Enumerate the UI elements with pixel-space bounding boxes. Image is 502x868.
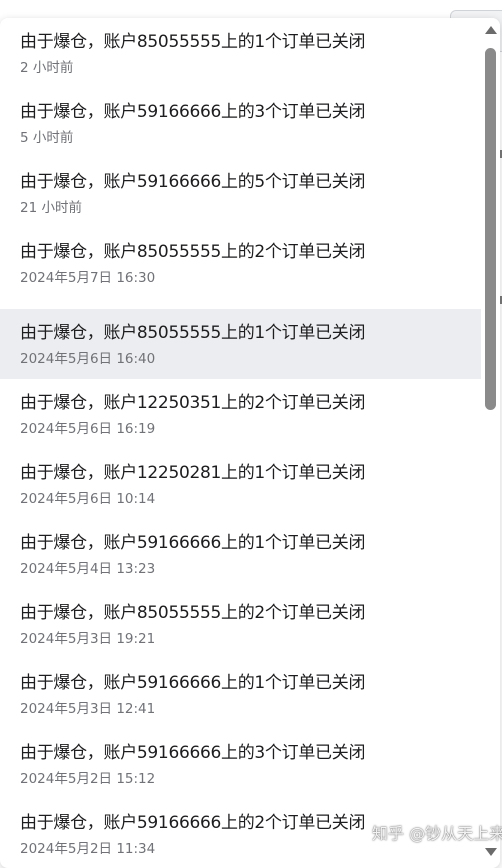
notification-message: 由于爆仓，账户59166666上的2个订单已关闭 (20, 813, 366, 833)
notification-time: 2024年5月2日 11:34 (20, 841, 156, 857)
notification-time: 2024年5月2日 15:12 (20, 771, 156, 787)
notification-time: 2 小时前 (20, 60, 74, 76)
notification-message: 由于爆仓，账户59166666上的3个订单已关闭 (20, 102, 366, 122)
notification-item[interactable]: 由于爆仓，账户12250351上的2个订单已关闭 2024年5月6日 16:19 (0, 379, 481, 449)
notification-list: 由于爆仓，账户85055555上的1个订单已关闭 2 小时前 由于爆仓，账户59… (0, 18, 481, 868)
notification-time: 2024年5月4日 13:23 (20, 561, 156, 577)
notification-item[interactable]: 由于爆仓，账户85055555上的2个订单已关闭 2024年5月3日 19:21 (0, 589, 481, 659)
notification-message: 由于爆仓，账户85055555上的1个订单已关闭 (20, 323, 366, 343)
notification-item[interactable]: 由于爆仓，账户85055555上的1个订单已关闭 2 小时前 (0, 18, 481, 88)
notification-time: 5 小时前 (20, 130, 74, 146)
notification-time: 2024年5月3日 12:41 (20, 701, 156, 717)
notification-message: 由于爆仓，账户85055555上的1个订单已关闭 (20, 32, 366, 52)
notification-message: 由于爆仓，账户12250351上的2个订单已关闭 (20, 393, 366, 413)
notification-item[interactable]: 由于爆仓，账户12250281上的1个订单已关闭 2024年5月6日 10:14 (0, 449, 481, 519)
notification-item[interactable]: 由于爆仓，账户59166666上的1个订单已关闭 2024年5月3日 12:41 (0, 659, 481, 729)
notification-message: 由于爆仓，账户59166666上的1个订单已关闭 (20, 533, 366, 553)
notification-message: 由于爆仓，账户59166666上的5个订单已关闭 (20, 172, 366, 192)
notification-message: 由于爆仓，账户59166666上的3个订单已关闭 (20, 743, 366, 763)
notification-item[interactable]: 由于爆仓，账户59166666上的1个订单已关闭 2024年5月4日 13:23 (0, 519, 481, 589)
notification-message: 由于爆仓，账户85055555上的2个订单已关闭 (20, 242, 366, 262)
notification-panel: 由于爆仓，账户85055555上的1个订单已关闭 2 小时前 由于爆仓，账户59… (0, 18, 500, 868)
notification-time: 2024年5月3日 19:21 (20, 631, 156, 647)
notification-message: 由于爆仓，账户85055555上的2个订单已关闭 (20, 603, 366, 623)
watermark: 知乎 @钞从天上来 (372, 824, 502, 843)
vertical-scrollbar[interactable] (481, 18, 500, 868)
notification-item[interactable]: 由于爆仓，账户85055555上的1个订单已关闭 2024年5月6日 16:40 (0, 309, 481, 379)
scrollbar-thumb[interactable] (485, 48, 496, 410)
notification-item[interactable]: 由于爆仓，账户59166666上的3个订单已关闭 5 小时前 (0, 88, 481, 158)
notification-item[interactable]: 由于爆仓，账户85055555上的2个订单已关闭 2024年5月7日 16:30 (0, 228, 481, 298)
notification-item[interactable]: 由于爆仓，账户59166666上的3个订单已关闭 2024年5月2日 15:12 (0, 729, 481, 799)
scroll-up-icon[interactable] (485, 26, 497, 34)
notification-time: 2024年5月6日 10:14 (20, 491, 156, 507)
notification-time: 2024年5月6日 16:19 (20, 421, 156, 437)
notification-time: 2024年5月6日 16:40 (20, 351, 156, 367)
notification-time: 21 小时前 (20, 200, 82, 216)
notification-time: 2024年5月7日 16:30 (20, 270, 156, 286)
notification-message: 由于爆仓，账户12250281上的1个订单已关闭 (20, 463, 366, 483)
scroll-down-icon[interactable] (485, 848, 497, 856)
notification-message: 由于爆仓，账户59166666上的1个订单已关闭 (20, 673, 366, 693)
notification-item[interactable]: 由于爆仓，账户59166666上的5个订单已关闭 21 小时前 (0, 158, 481, 228)
